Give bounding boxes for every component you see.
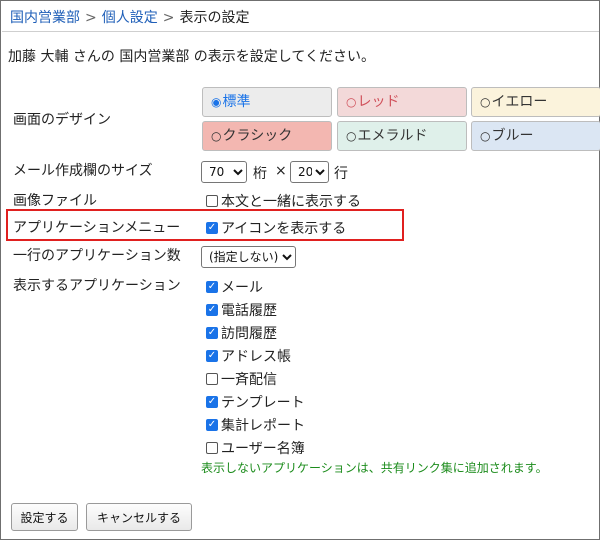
mail-cols-select[interactable]: 70 xyxy=(201,161,247,183)
checkbox-checked-icon[interactable]: ✓ xyxy=(206,304,218,316)
app-item-user-directory[interactable]: ユーザー名簿 xyxy=(206,438,305,458)
radio-icon: ○ xyxy=(346,95,357,109)
app-item-visit-history[interactable]: ✓ 訪問履歴 xyxy=(206,323,277,343)
breadcrumb-link-department[interactable]: 国内営業部 xyxy=(10,10,80,26)
radio-icon: ○ xyxy=(480,129,491,143)
checkbox-label: アイコンを表示する xyxy=(221,221,347,237)
app-item-label: テンプレート xyxy=(221,395,305,411)
design-option-blue[interactable]: ○ブルー xyxy=(471,121,600,151)
image-file-label: 画像ファイル xyxy=(13,193,97,209)
checkbox-checked-icon[interactable]: ✓ xyxy=(206,350,218,362)
app-item-call-history[interactable]: ✓ 電話履歴 xyxy=(206,300,277,320)
app-item-template[interactable]: ✓ テンプレート xyxy=(206,392,305,412)
header-divider xyxy=(2,31,599,32)
mail-cols-unit: 桁 xyxy=(253,166,267,182)
mail-rows-unit: 行 xyxy=(334,166,348,182)
radio-icon: ○ xyxy=(480,95,491,109)
design-option-label: ブルー xyxy=(491,128,534,144)
design-option-red[interactable]: ○レッド xyxy=(337,87,467,117)
app-item-address-book[interactable]: ✓ アドレス帳 xyxy=(206,346,291,366)
app-item-label: アドレス帳 xyxy=(221,349,291,365)
breadcrumb: 国内営業部 > 個人設定 > 表示の設定 xyxy=(10,7,249,27)
settings-frame: 国内営業部 > 個人設定 > 表示の設定 加藤 大輔 さんの 国内営業部 の表示を設定し… xyxy=(0,0,600,540)
design-option-standard[interactable]: ◉標準 xyxy=(202,87,332,117)
apps-per-row-select[interactable]: (指定しない) xyxy=(201,246,296,268)
app-item-label: 集計レポート xyxy=(221,418,305,434)
app-item-label: 電話履歴 xyxy=(221,303,277,319)
design-option-yellow[interactable]: ○イエロー xyxy=(471,87,600,117)
show-icons-option[interactable]: ✓ アイコンを表示する xyxy=(206,218,346,238)
app-menu-label: アプリケーションメニュー xyxy=(13,220,181,236)
checkbox-checked-icon[interactable]: ✓ xyxy=(206,396,218,408)
design-option-label: イエロー xyxy=(491,94,548,110)
checkbox-checked-icon[interactable]: ✓ xyxy=(206,419,218,431)
design-option-label: エメラルド xyxy=(357,128,428,144)
breadcrumb-separator: > xyxy=(162,10,175,26)
intro-text: 加藤 大輔 さんの 国内営業部 の表示を設定してください。 xyxy=(8,49,375,65)
apps-note: 表示しないアプリケーションは、共有リンク集に追加されます。 xyxy=(201,461,548,475)
mail-rows-select[interactable]: 20 xyxy=(290,161,329,183)
breadcrumb-separator: > xyxy=(85,10,97,26)
apps-per-row-label: 一行のアプリケーション数 xyxy=(13,248,181,264)
breadcrumb-link-personal-settings[interactable]: 個人設定 xyxy=(102,10,158,26)
image-inline-option[interactable]: 本文と一緒に表示する xyxy=(206,191,361,211)
radio-selected-icon: ◉ xyxy=(211,95,222,109)
design-option-label: クラシック xyxy=(222,128,293,144)
app-item-label: メール xyxy=(221,280,263,296)
radio-icon: ○ xyxy=(211,129,222,143)
mail-size-label: メール作成欄のサイズ xyxy=(13,163,153,179)
app-item-label: ユーザー名簿 xyxy=(221,441,305,457)
submit-button[interactable]: 設定する xyxy=(11,503,78,531)
checkbox-unchecked-icon[interactable] xyxy=(206,373,218,385)
checkbox-label: 本文と一緒に表示する xyxy=(221,194,361,210)
checkbox-checked-icon[interactable]: ✓ xyxy=(206,281,218,293)
design-option-label: 標準 xyxy=(222,94,251,110)
app-item-report[interactable]: ✓ 集計レポート xyxy=(206,415,305,435)
app-item-label: 一斉配信 xyxy=(221,372,277,388)
design-label: 画面のデザイン xyxy=(13,112,111,128)
radio-icon: ○ xyxy=(346,129,357,143)
app-item-broadcast[interactable]: 一斉配信 xyxy=(206,369,277,389)
cancel-button[interactable]: キャンセルする xyxy=(86,503,192,531)
checkbox-checked-icon[interactable]: ✓ xyxy=(206,327,218,339)
breadcrumb-current: 表示の設定 xyxy=(179,10,250,26)
times-sign: × xyxy=(275,163,287,179)
design-option-classic[interactable]: ○クラシック xyxy=(202,121,332,151)
checkbox-unchecked-icon[interactable] xyxy=(206,195,218,207)
checkbox-unchecked-icon[interactable] xyxy=(206,442,218,454)
design-option-label: レッド xyxy=(357,94,400,110)
app-item-mail[interactable]: ✓ メール xyxy=(206,277,263,297)
checkbox-checked-icon[interactable]: ✓ xyxy=(206,222,218,234)
design-option-emerald[interactable]: ○エメラルド xyxy=(337,121,467,151)
apps-label: 表示するアプリケーション xyxy=(13,278,181,294)
app-item-label: 訪問履歴 xyxy=(221,326,277,342)
